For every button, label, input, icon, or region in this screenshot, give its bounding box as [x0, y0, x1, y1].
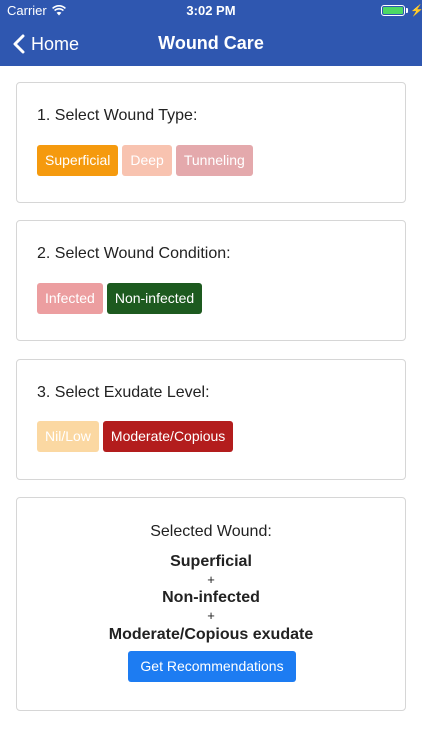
page-title: Wound Care: [158, 33, 264, 53]
selected-wound-type: Superficial: [170, 553, 252, 570]
exudate-nil-low-button[interactable]: Nil/Low: [37, 421, 99, 452]
exudate-level-card: 3. Select Exudate Level: Nil/Low Moderat…: [16, 359, 406, 480]
get-recommendations-button[interactable]: Get Recommendations: [128, 651, 296, 682]
status-bar: Carrier 3:02 PM ⚡: [0, 0, 422, 22]
wound-type-options: Superficial Deep Tunneling: [37, 145, 253, 176]
selected-exudate-level: Moderate/Copious exudate: [108, 626, 314, 643]
app-header: Carrier 3:02 PM ⚡ Home Wound Care: [0, 0, 422, 66]
battery-tip: [406, 8, 408, 13]
wound-type-title: 1. Select Wound Type:: [37, 107, 198, 124]
wound-type-card: 1. Select Wound Type: Superficial Deep T…: [16, 82, 406, 203]
selected-wound-title: Selected Wound:: [150, 523, 272, 540]
exudate-level-options: Nil/Low Moderate/Copious: [37, 421, 234, 452]
charging-bolt-icon: ⚡: [410, 5, 422, 17]
wound-type-tunneling-button[interactable]: Tunneling: [175, 145, 253, 176]
selected-wound-card: Selected Wound: Superficial + Non-infect…: [16, 497, 406, 711]
status-time: 3:02 PM: [186, 3, 236, 18]
wound-condition-infected-button[interactable]: Infected: [37, 283, 103, 314]
battery-icon: [381, 5, 405, 16]
wound-condition-title: 2. Select Wound Condition:: [37, 245, 231, 262]
wound-condition-options: Infected Non-infected: [37, 283, 203, 314]
wound-condition-card: 2. Select Wound Condition: Infected Non-…: [16, 220, 406, 341]
selected-wound-condition: Non-infected: [162, 589, 260, 606]
wound-condition-noninfected-button[interactable]: Non-infected: [106, 283, 203, 314]
battery-level: [383, 7, 403, 14]
summary-plus-1: +: [207, 572, 215, 587]
summary-plus-2: +: [207, 608, 215, 623]
wound-type-deep-button[interactable]: Deep: [122, 145, 172, 176]
exudate-moderate-copious-button[interactable]: Moderate/Copious: [102, 421, 234, 452]
wound-type-superficial-button[interactable]: Superficial: [37, 145, 119, 176]
exudate-level-title: 3. Select Exudate Level:: [37, 384, 210, 401]
